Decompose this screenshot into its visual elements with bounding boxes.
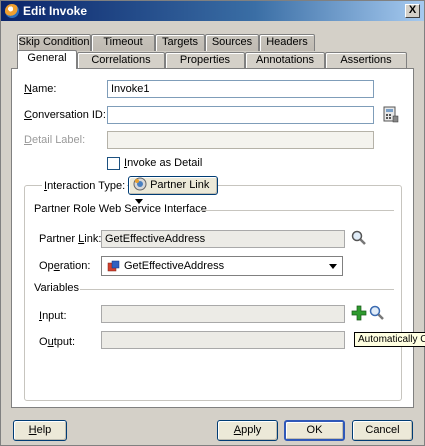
tab-headers[interactable]: Headers <box>259 34 315 51</box>
tab-label: Headers <box>266 36 308 48</box>
operation-label: Operation: <box>39 260 91 272</box>
window-title: Edit Invoke <box>23 4 88 18</box>
tab-label: Skip Condition <box>18 36 90 48</box>
close-button[interactable]: X <box>405 4 420 18</box>
tab-assertions[interactable]: Assertions <box>325 52 407 69</box>
general-tab-panel: Name: Invoke1 Conversation ID: Detail La… <box>11 68 414 408</box>
app-icon <box>5 4 19 18</box>
help-button[interactable]: Help <box>13 420 67 441</box>
input-variable-field[interactable] <box>101 305 345 323</box>
tab-label: Targets <box>161 36 199 48</box>
ok-button[interactable]: OK <box>284 420 345 441</box>
tab-targets[interactable]: Targets <box>155 34 205 51</box>
tab-label: Assertions <box>340 54 392 66</box>
chevron-down-icon <box>329 264 337 269</box>
partner-role-section-title: Partner Role Web Service Interface <box>34 203 207 215</box>
tab-label: Timeout <box>103 36 143 48</box>
detail-label-field[interactable] <box>107 131 374 149</box>
tab-general[interactable]: General <box>17 50 77 69</box>
operation-value: GetEffectiveAddress <box>124 260 225 272</box>
conversation-id-label: Conversation ID: <box>24 109 106 121</box>
input-label: Input: <box>39 310 67 322</box>
invoke-as-detail-label: Invoke as Detail <box>124 157 203 169</box>
tab-label: Annotations <box>255 54 315 66</box>
detail-label-label: Detail Label: <box>24 134 86 146</box>
apply-button[interactable]: Apply <box>217 420 278 441</box>
title-bar[interactable]: Edit Invoke X <box>1 1 424 21</box>
interaction-type-label: Interaction Type: <box>42 180 128 192</box>
interaction-group-box <box>24 185 402 401</box>
tab-annotations[interactable]: Annotations <box>245 52 325 69</box>
output-label: Output: <box>39 336 76 348</box>
browse-input-variables-icon[interactable] <box>369 305 385 321</box>
tab-correlations[interactable]: Correlations <box>77 52 165 69</box>
cancel-button[interactable]: Cancel <box>352 420 413 441</box>
interaction-type-dropdown[interactable]: Partner Link <box>128 176 218 204</box>
section-divider <box>198 210 394 211</box>
partner-link-icon <box>133 177 147 191</box>
tab-timeout[interactable]: Timeout <box>91 34 155 51</box>
partner-link-field[interactable]: GetEffectiveAddress <box>101 230 345 248</box>
operation-dropdown[interactable]: GetEffectiveAddress <box>101 256 343 276</box>
operation-icon <box>107 260 120 272</box>
invoke-as-detail-checkbox[interactable] <box>107 157 120 170</box>
tab-skip-condition[interactable]: Skip Condition <box>17 34 91 51</box>
partner-link-label: Partner Link: <box>39 233 102 245</box>
section-divider <box>80 289 394 290</box>
tab-properties[interactable]: Properties <box>165 52 245 69</box>
name-label: Name: <box>24 83 57 95</box>
edit-invoke-dialog: Edit Invoke X Skip Condition Timeout Tar… <box>0 0 425 446</box>
tab-label: Properties <box>179 54 231 66</box>
browse-partner-links-icon[interactable] <box>351 230 367 246</box>
add-variable-icon[interactable] <box>351 305 367 321</box>
interaction-type-value: Partner Link <box>150 179 210 191</box>
tooltip: Automatically C <box>354 332 425 347</box>
variables-section-title: Variables <box>34 282 80 294</box>
tab-label: Correlations <box>91 54 151 66</box>
tab-label: Sources <box>211 36 253 48</box>
name-field[interactable]: Invoke1 <box>107 80 374 98</box>
tab-label: General <box>27 52 67 64</box>
tab-sources[interactable]: Sources <box>205 34 259 51</box>
conversation-id-field[interactable] <box>107 106 374 124</box>
output-variable-field[interactable] <box>101 331 345 349</box>
expression-builder-icon[interactable] <box>383 106 399 124</box>
